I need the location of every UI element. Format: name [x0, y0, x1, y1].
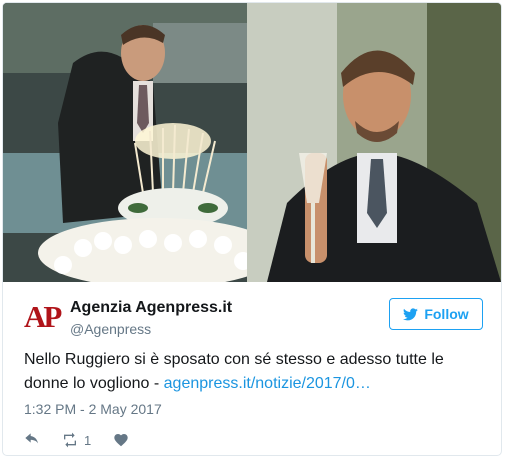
retweet-button[interactable]: 1	[62, 432, 91, 448]
tweet-text: Nello Ruggiero si è sposato con sé stess…	[24, 348, 484, 396]
photo-man-with-champagne[interactable]	[247, 3, 501, 282]
reply-icon	[25, 433, 38, 444]
retweet-icon	[64, 432, 76, 448]
follow-button-label: Follow	[424, 306, 469, 322]
account-display-name[interactable]: Agenzia Agenpress.it	[70, 299, 232, 317]
tweet-media[interactable]	[3, 3, 501, 282]
twitter-bird-icon	[403, 307, 419, 320]
photo-man-with-cake-image	[3, 3, 247, 282]
photo-man-with-champagne-image	[247, 3, 501, 282]
follow-button[interactable]: Follow	[389, 298, 483, 330]
tweet-actions: 1	[24, 430, 151, 450]
tweet-timestamp[interactable]: 1:32 PM - 2 May 2017	[24, 401, 162, 417]
agenpress-logo[interactable]: AP	[24, 299, 62, 335]
account-handle[interactable]: @Agenpress	[70, 321, 151, 337]
reply-button[interactable]	[24, 432, 40, 448]
retweet-count: 1	[84, 432, 92, 448]
tweet-link[interactable]: agenpress.it/notizie/2017/0…	[164, 375, 371, 392]
heart-icon	[114, 434, 128, 447]
like-button[interactable]	[113, 432, 129, 448]
tweet-card: AP Agenzia Agenpress.it @Agenpress Follo…	[2, 2, 502, 456]
photo-man-with-cake[interactable]	[3, 3, 247, 282]
